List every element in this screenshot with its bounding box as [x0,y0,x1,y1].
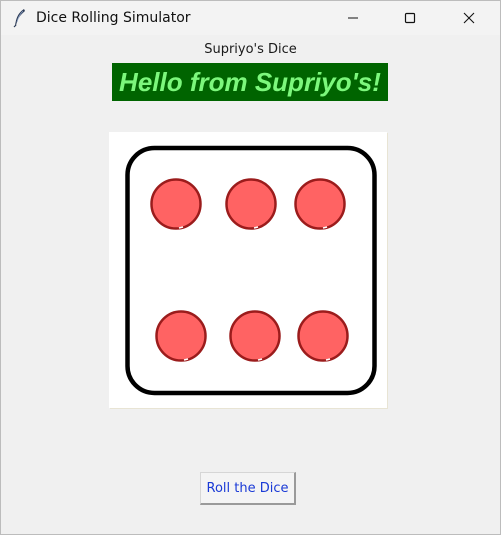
dice-pip [229,310,281,362]
dice-pip [294,178,346,230]
close-icon [463,12,475,24]
close-button[interactable] [446,1,492,35]
dice-pip [155,310,207,362]
dice-pip [150,178,202,230]
dice-label: Supriyo's Dice [204,42,297,57]
dice-face-six [125,145,377,396]
greeting-banner: Hello from Supriyo's! [112,63,388,101]
minimize-button[interactable] [330,1,376,35]
window-title: Dice Rolling Simulator [36,10,191,26]
maximize-icon [404,12,416,24]
minimize-icon [348,17,358,19]
maximize-button[interactable] [387,1,433,35]
greeting-text: Hello from Supriyo's! [119,66,381,97]
title-bar[interactable]: Dice Rolling Simulator [1,1,500,35]
feather-icon [13,9,25,28]
dice-pip [297,310,349,362]
roll-dice-button[interactable]: Roll the Dice [200,472,296,505]
dice-image-panel [109,132,387,408]
dice-pip [225,178,277,230]
app-window: Dice Rolling Simulator Supriyo's Dice He… [0,0,501,535]
